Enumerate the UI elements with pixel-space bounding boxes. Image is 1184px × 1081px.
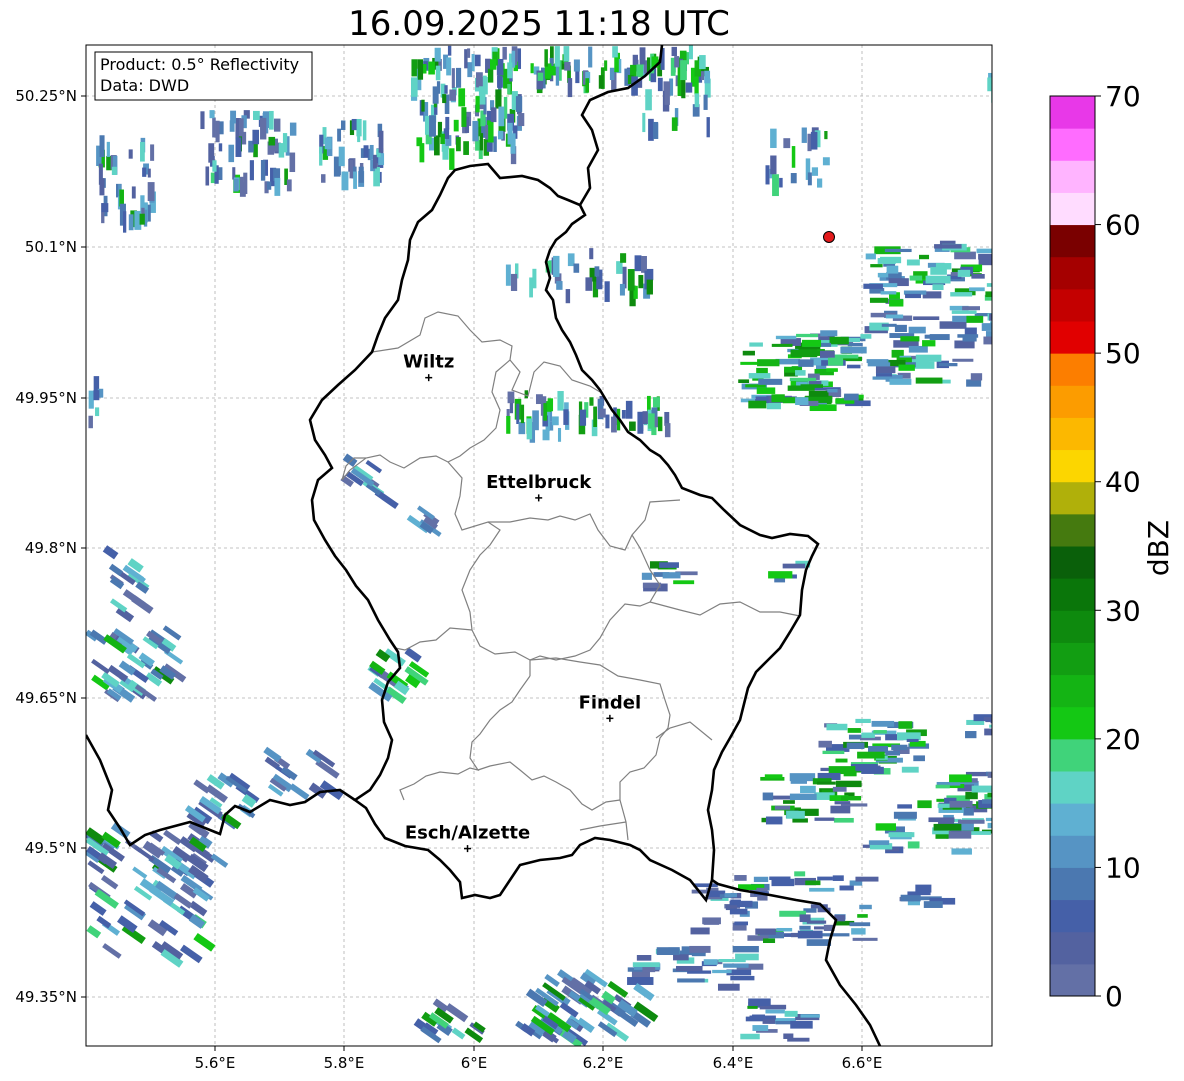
lat-tick-label: 49.95°N	[15, 389, 77, 407]
colorbar-title: dBZ	[1142, 520, 1175, 576]
city-label: Wiltz	[403, 352, 454, 373]
lon-axis: 5.6°E 5.8°E 6°E 6.2°E 6.4°E 6.6°E	[195, 1046, 883, 1072]
colorbar-cell	[1050, 899, 1095, 933]
colorbar-cell	[1050, 931, 1095, 965]
colorbar-tick-label: 10	[1105, 851, 1141, 884]
colorbar-tick-label: 70	[1105, 80, 1141, 113]
colorbar-cell	[1050, 449, 1095, 483]
colorbar-cell	[1050, 96, 1095, 129]
city-label: Esch/Alzette	[405, 823, 530, 844]
colorbar-tick-label: 30	[1105, 594, 1141, 627]
colorbar-cell	[1050, 642, 1095, 676]
lat-axis: 50.25°N 50.1°N 49.95°N 49.8°N 49.65°N 49…	[15, 87, 86, 1006]
colorbar-cell	[1050, 963, 1095, 997]
colorbar-cell	[1050, 385, 1095, 418]
lon-tick-label: 6°E	[461, 1054, 488, 1072]
city-label: Ettelbruck	[486, 472, 592, 493]
colorbar-cell	[1050, 578, 1095, 611]
colorbar-cell	[1050, 481, 1095, 515]
colorbar-cell	[1050, 546, 1095, 579]
colorbar-cell	[1050, 160, 1095, 193]
colorbar-cell	[1050, 771, 1095, 804]
colorbar-cell	[1050, 513, 1095, 547]
colorbar-cell	[1050, 610, 1095, 643]
lat-tick-label: 50.25°N	[15, 87, 77, 105]
colorbar-cell	[1050, 803, 1095, 836]
colorbar-tick-label: 50	[1105, 337, 1141, 370]
lon-tick-label: 6.2°E	[583, 1054, 624, 1072]
colorbar-cell	[1050, 417, 1095, 451]
colorbar: 0 10 20 30 40 50 60 70 dBZ	[1049, 80, 1175, 1013]
lon-tick-label: 5.8°E	[324, 1054, 365, 1072]
lon-tick-label: 6.6°E	[842, 1054, 883, 1072]
radar-site-marker	[823, 231, 835, 243]
lat-tick-label: 49.8°N	[25, 539, 77, 557]
colorbar-tick-label: 40	[1105, 466, 1141, 499]
radar-map-figure: Wiltz Ettelbruck Findel Esch/Alzette Produc…	[15, 44, 1175, 1072]
colorbar-cell	[1050, 288, 1095, 322]
product-label: Product: 0.5° Reflectivity	[100, 55, 299, 74]
lat-tick-label: 50.1°N	[25, 238, 77, 256]
colorbar-cell	[1050, 674, 1095, 708]
colorbar-cell	[1050, 321, 1095, 354]
colorbar-cell	[1050, 867, 1095, 901]
lon-tick-label: 6.4°E	[713, 1054, 754, 1072]
colorbar-tick-label: 0	[1105, 980, 1123, 1013]
colorbar-cell	[1050, 192, 1095, 226]
colorbar-cell	[1050, 706, 1095, 740]
colorbar-cell	[1050, 353, 1095, 386]
lat-tick-label: 49.5°N	[25, 839, 77, 857]
colorbar-cell	[1050, 128, 1095, 161]
city-label: Findel	[579, 692, 642, 713]
map-area	[86, 45, 992, 1046]
colorbar-cell	[1050, 256, 1095, 290]
info-box: Product: 0.5° Reflectivity Data: DWD	[94, 51, 313, 101]
lat-tick-label: 49.35°N	[15, 988, 77, 1006]
colorbar-cell	[1050, 738, 1095, 772]
lon-tick-label: 5.6°E	[195, 1054, 236, 1072]
lat-tick-label: 49.65°N	[15, 689, 77, 707]
colorbar-tick-label: 60	[1105, 209, 1141, 242]
colorbar-tick-label: 20	[1105, 723, 1141, 756]
colorbar-cell	[1050, 224, 1095, 258]
colorbar-cell	[1050, 835, 1095, 868]
data-source-label: Data: DWD	[100, 76, 189, 95]
